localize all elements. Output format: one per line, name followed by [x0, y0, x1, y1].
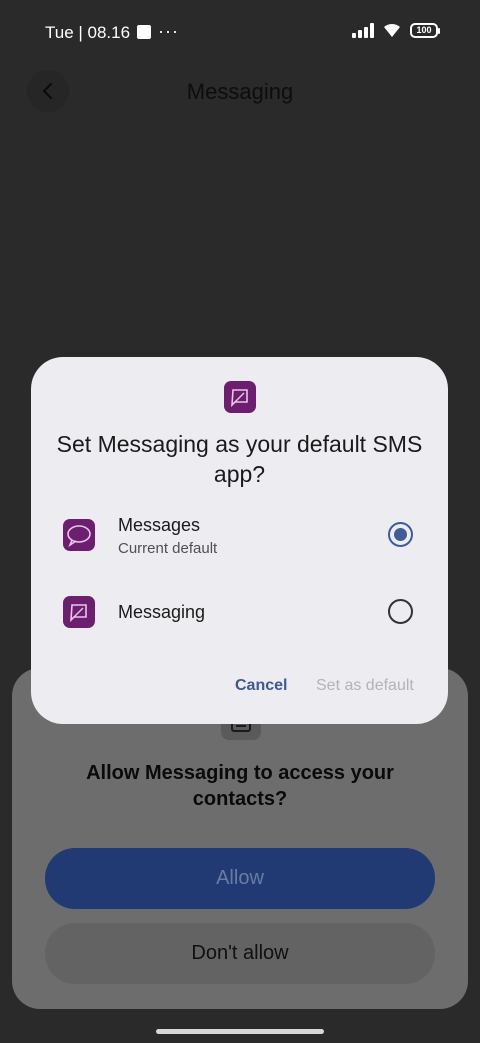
messaging-app-icon	[63, 596, 95, 628]
dialog-actions: Cancel Set as default	[31, 677, 448, 701]
option-name: Messaging	[118, 602, 206, 622]
page-title: Messaging	[186, 79, 294, 104]
status-icons: 100	[352, 22, 440, 38]
option-name: Messages	[118, 515, 201, 535]
option-messaging[interactable]: Messaging	[31, 582, 448, 642]
dont-allow-button[interactable]: Don't allow	[45, 923, 435, 984]
battery-icon: 100	[410, 22, 440, 38]
option-messages[interactable]: Messages Current default	[31, 507, 448, 567]
cancel-button[interactable]: Cancel	[235, 677, 287, 695]
allow-button[interactable]: Allow	[45, 848, 435, 909]
messaging-app-icon	[224, 381, 256, 413]
status-bar: Tue | 08.16 ··· 100	[0, 0, 480, 64]
radio-unselected[interactable]	[388, 599, 413, 624]
messages-app-icon	[63, 519, 95, 551]
option-subtitle: Current default	[118, 540, 218, 557]
cellular-signal-icon	[352, 22, 374, 38]
default-sms-dialog: Set Messaging as your default SMS app? M…	[31, 357, 448, 724]
permission-question: Allow Messaging to access your contacts?	[86, 762, 394, 810]
dialog-title: Set Messaging as your default SMS app?	[56, 431, 423, 487]
status-time: Tue | 08.16	[45, 23, 131, 42]
home-indicator[interactable]	[156, 1029, 324, 1034]
screenshot-indicator-icon	[137, 25, 151, 39]
radio-selected[interactable]	[388, 522, 413, 547]
more-notifications-icon: ···	[158, 21, 179, 41]
wifi-icon	[384, 23, 400, 37]
set-as-default-button[interactable]: Set as default	[316, 677, 414, 695]
